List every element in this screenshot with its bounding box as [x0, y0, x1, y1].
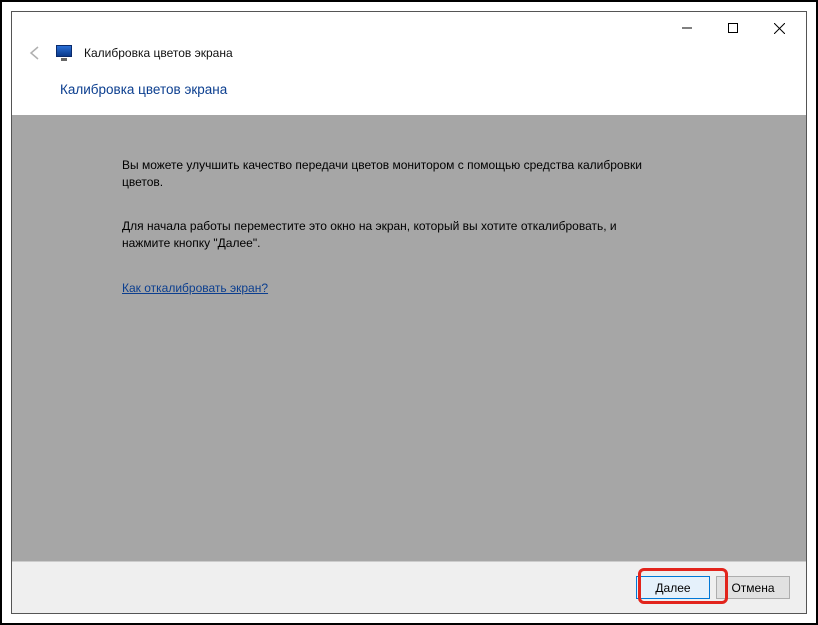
app-icon [56, 45, 72, 61]
footer: Далее Отмена [12, 561, 806, 613]
cancel-button[interactable]: Отмена [716, 576, 790, 599]
help-link[interactable]: Как откалибровать экран? [122, 281, 268, 295]
maximize-button[interactable] [710, 13, 756, 43]
intro-paragraph-1: Вы можете улучшить качество передачи цве… [122, 157, 662, 192]
close-button[interactable] [756, 13, 802, 43]
content-area: Вы можете улучшить качество передачи цве… [12, 115, 806, 561]
header-row: Калибровка цветов экрана [12, 44, 806, 68]
titlebar [12, 12, 806, 44]
next-button[interactable]: Далее [636, 576, 710, 599]
window-title: Калибровка цветов экрана [84, 46, 233, 60]
page-heading: Калибровка цветов экрана [60, 82, 806, 97]
minimize-button[interactable] [664, 13, 710, 43]
back-button[interactable] [26, 44, 44, 62]
intro-paragraph-2: Для начала работы переместите это окно н… [122, 218, 662, 253]
